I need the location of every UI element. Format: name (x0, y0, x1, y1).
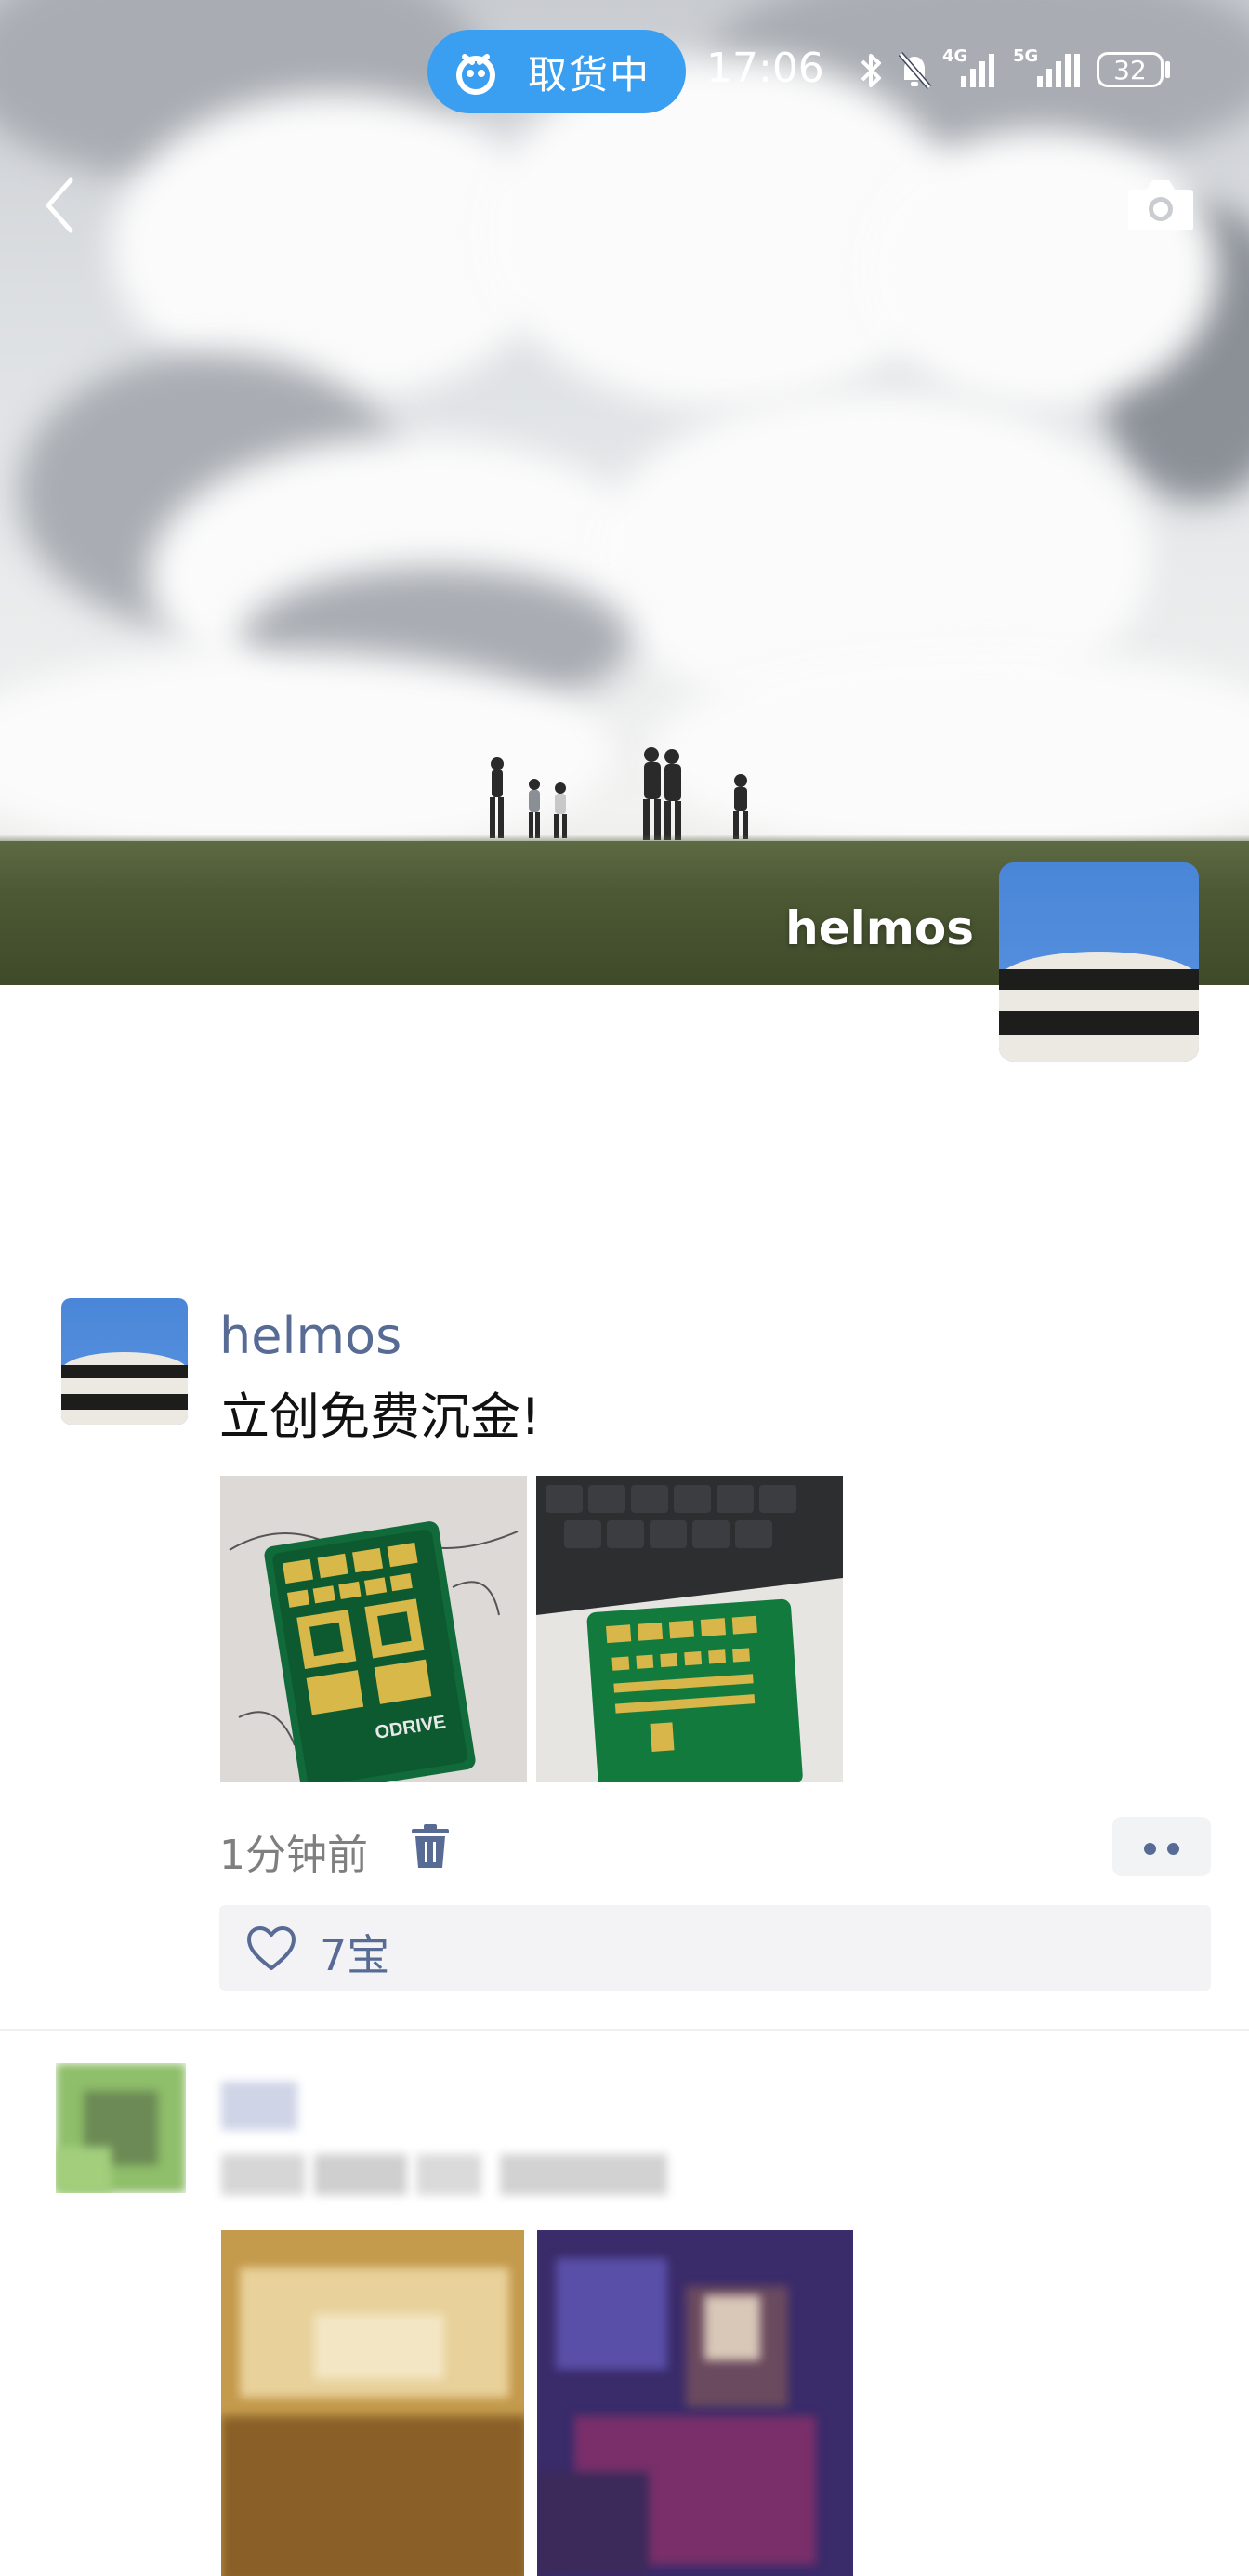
trash-icon[interactable] (409, 1823, 452, 1870)
post-author-name[interactable]: helmos (219, 1307, 401, 1365)
next-post-photo-2[interactable] (537, 2230, 853, 2576)
more-dots-icon[interactable] (1112, 1817, 1211, 1876)
delivery-app-icon (456, 54, 495, 95)
post-author-avatar[interactable] (61, 1298, 188, 1425)
next-post-avatar[interactable] (56, 2063, 186, 2193)
battery-tip (1165, 61, 1170, 78)
mute-bell-icon (898, 52, 932, 89)
cover-image[interactable] (0, 0, 1249, 985)
signal-4g-icon: 4G (942, 46, 996, 89)
next-post-author-blurred[interactable] (221, 2082, 297, 2130)
likes-names[interactable]: 7宝 (320, 1922, 389, 1983)
heart-icon[interactable] (245, 1925, 297, 1972)
next-post-photo-1[interactable] (221, 2230, 524, 2576)
battery-level: 32 (1113, 54, 1147, 85)
post-photo-1[interactable]: ODRIVE (220, 1476, 527, 1782)
profile-avatar[interactable] (999, 862, 1199, 1062)
post-timestamp: 1分钟前 (219, 1832, 368, 1879)
post-text: 立创免费沉金! (219, 1387, 541, 1446)
people-silhouettes (490, 747, 748, 840)
next-post-text-blurred (221, 2147, 686, 2202)
post-divider (0, 2029, 1249, 2031)
likes-bar[interactable]: 7宝 (219, 1905, 1211, 1991)
bluetooth-icon (861, 54, 881, 87)
battery-indicator: 32 (1097, 52, 1164, 87)
signal-5g-icon: 5G (1013, 46, 1082, 89)
post-photo-2[interactable] (536, 1476, 843, 1782)
status-time: 17:06 (706, 45, 824, 92)
pickup-label: 取货中 (528, 51, 651, 98)
pickup-status-pill[interactable]: 取货中 (427, 30, 686, 113)
profile-name[interactable]: helmos (743, 901, 974, 955)
camera-icon[interactable] (1126, 177, 1195, 232)
chevron-left-icon[interactable] (37, 173, 84, 238)
